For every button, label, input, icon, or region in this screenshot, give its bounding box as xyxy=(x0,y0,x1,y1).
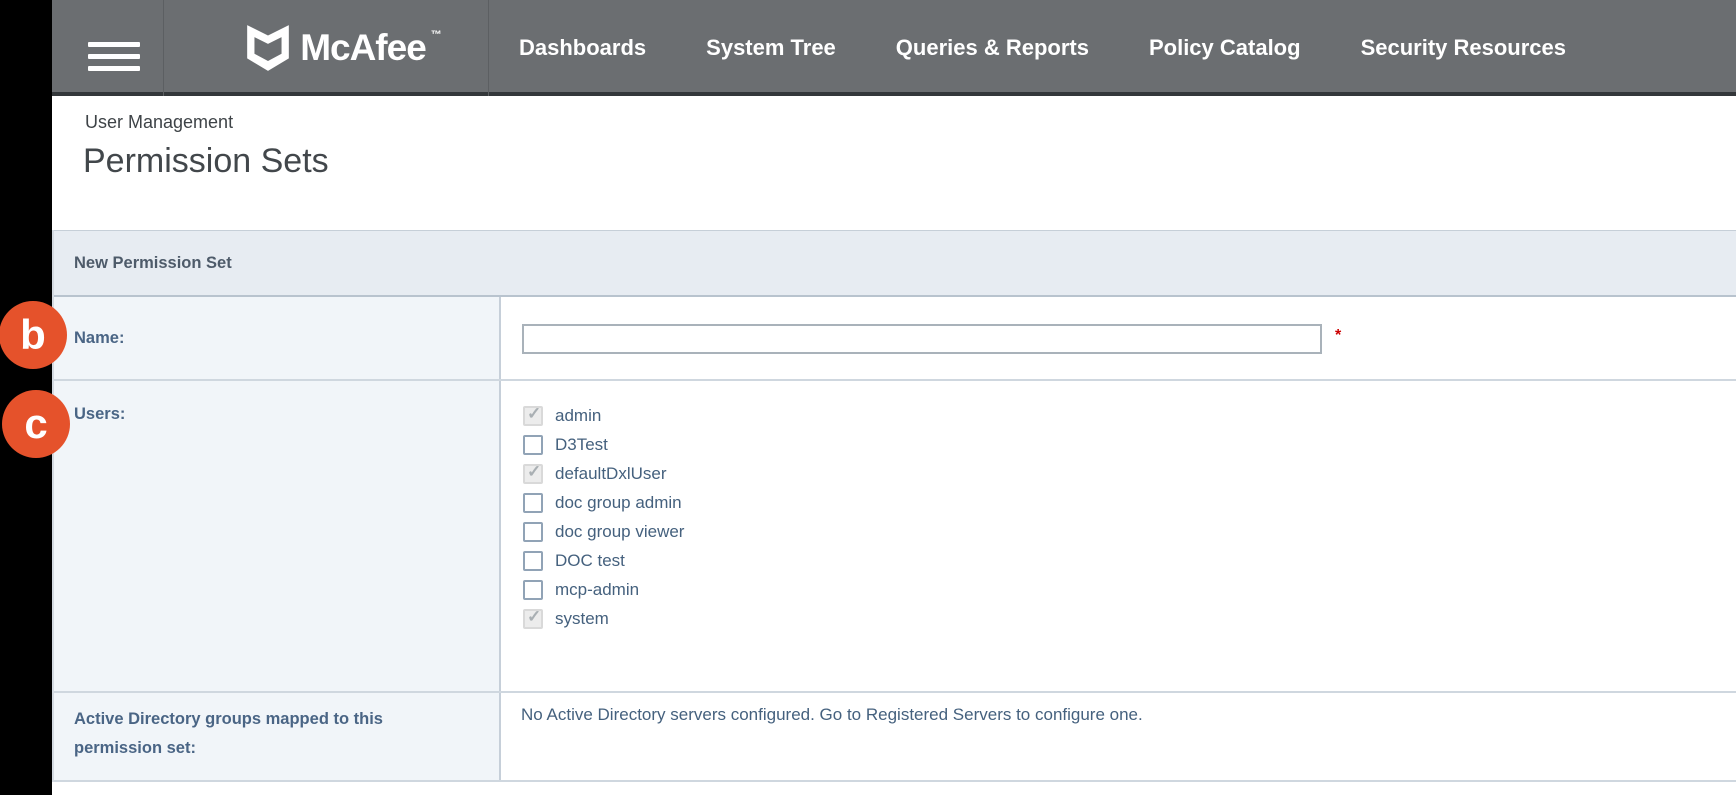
required-marker: * xyxy=(1335,327,1341,345)
trademark: ™ xyxy=(431,29,442,41)
user-label: doc group admin xyxy=(555,493,682,513)
check-icon: ✓ xyxy=(527,462,541,482)
brand-name: McAfee xyxy=(300,27,426,69)
page-title: Permission Sets xyxy=(83,142,329,181)
user-label: defaultDxlUser xyxy=(555,464,667,484)
user-label: D3Test xyxy=(555,435,608,455)
user-label: system xyxy=(555,609,609,629)
section-title: New Permission Set xyxy=(74,254,232,273)
user-checkbox: ✓ xyxy=(523,406,543,426)
mcafee-logo[interactable]: McAfee ™ xyxy=(203,0,488,96)
name-label: Name: xyxy=(54,297,501,379)
annotation-badge-b: b xyxy=(0,301,67,369)
user-row: ✓ admin xyxy=(523,401,1736,430)
user-label: DOC test xyxy=(555,551,625,571)
nav-item-queries-reports[interactable]: Queries & Reports xyxy=(866,35,1119,61)
name-row: Name: * xyxy=(54,297,1736,381)
user-checkbox: ✓ xyxy=(523,609,543,629)
users-list: ✓ admin D3Test ✓ defaultDxlUser doc group adm… xyxy=(501,381,1736,633)
user-row: ✓ defaultDxlUser xyxy=(523,459,1736,488)
user-label: mcp-admin xyxy=(555,580,639,600)
menu-icon[interactable] xyxy=(88,42,140,72)
user-row: DOC test xyxy=(523,546,1736,575)
user-row: D3Test xyxy=(523,430,1736,459)
menu-bar xyxy=(88,42,140,47)
users-value-cell: ✓ admin D3Test ✓ defaultDxlUser doc group adm… xyxy=(501,381,1736,691)
nav-item-system-tree[interactable]: System Tree xyxy=(676,35,866,61)
new-permission-set-form: New Permission Set Name: * Users: ✓ admin… xyxy=(52,230,1736,782)
nav-divider xyxy=(163,0,164,96)
user-checkbox[interactable] xyxy=(523,435,543,455)
permission-set-name-input[interactable] xyxy=(522,324,1322,354)
section-header: New Permission Set xyxy=(54,230,1736,297)
users-label: Users: xyxy=(54,381,501,691)
nav-links: DashboardsSystem TreeQueries & ReportsPo… xyxy=(489,0,1736,96)
name-value-cell: * xyxy=(501,297,1736,379)
top-navbar: McAfee ™ DashboardsSystem TreeQueries & … xyxy=(52,0,1736,96)
ad-groups-value-cell: No Active Directory servers configured. … xyxy=(501,693,1736,780)
nav-item-policy-catalog[interactable]: Policy Catalog xyxy=(1119,35,1331,61)
user-row: ✓ system xyxy=(523,604,1736,633)
user-checkbox[interactable] xyxy=(523,580,543,600)
annotation-badge-c: c xyxy=(2,390,70,458)
nav-item-dashboards[interactable]: Dashboards xyxy=(489,35,676,61)
ad-groups-row: Active Directory groups mapped to this p… xyxy=(54,693,1736,782)
breadcrumb: User Management xyxy=(85,112,233,133)
check-icon: ✓ xyxy=(527,607,541,627)
user-checkbox: ✓ xyxy=(523,464,543,484)
user-row: doc group admin xyxy=(523,488,1736,517)
user-checkbox[interactable] xyxy=(523,551,543,571)
user-label: admin xyxy=(555,406,601,426)
nav-item-security-resources[interactable]: Security Resources xyxy=(1331,35,1596,61)
user-checkbox[interactable] xyxy=(523,522,543,542)
user-row: mcp-admin xyxy=(523,575,1736,604)
check-icon: ✓ xyxy=(527,404,541,424)
user-row: doc group viewer xyxy=(523,517,1736,546)
users-row: Users: ✓ admin D3Test ✓ defaultDxlUser doc gr… xyxy=(54,381,1736,693)
user-label: doc group viewer xyxy=(555,522,684,542)
menu-bar xyxy=(88,66,140,71)
ad-groups-label: Active Directory groups mapped to this p… xyxy=(54,693,501,780)
menu-bar xyxy=(88,54,140,59)
user-checkbox[interactable] xyxy=(523,493,543,513)
ad-groups-message: No Active Directory servers configured. … xyxy=(501,693,1736,725)
mcafee-shield-icon xyxy=(245,23,291,73)
